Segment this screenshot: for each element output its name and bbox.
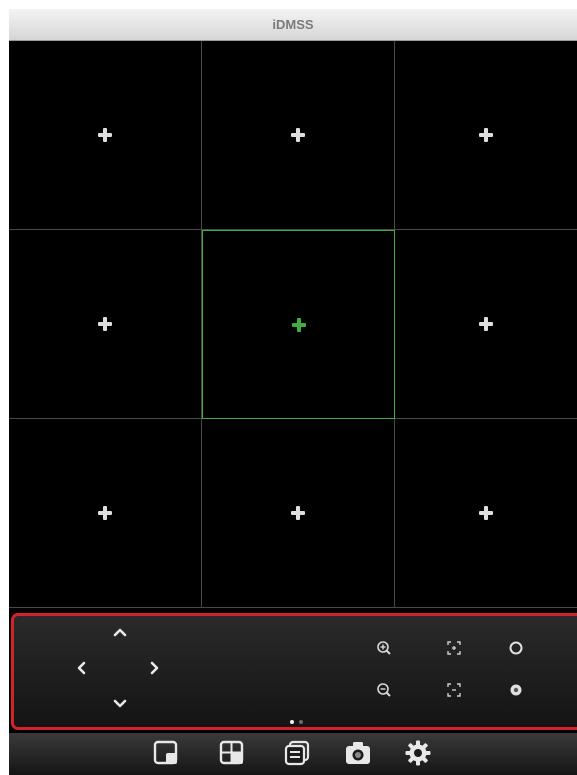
single-view-icon[interactable] <box>152 739 180 767</box>
add-device-icon[interactable] <box>478 505 494 521</box>
arrow-up-icon[interactable] <box>110 622 130 642</box>
page-dot <box>299 720 303 724</box>
add-device-icon[interactable] <box>97 316 113 332</box>
iris-close-icon[interactable] <box>506 680 526 700</box>
add-device-icon[interactable] <box>97 505 113 521</box>
add-device-icon[interactable] <box>291 317 307 333</box>
video-cell[interactable] <box>395 41 577 230</box>
device-list-icon[interactable] <box>283 739 311 767</box>
add-device-icon[interactable] <box>478 316 494 332</box>
add-device-icon[interactable] <box>478 127 494 143</box>
zoom-out-icon[interactable] <box>374 680 394 700</box>
page-indicator <box>290 720 310 726</box>
arrow-left-icon[interactable] <box>72 658 92 678</box>
video-cell[interactable] <box>202 230 395 419</box>
focus-far-icon[interactable] <box>444 680 464 700</box>
page-dot-active <box>290 720 294 724</box>
video-cell[interactable] <box>9 419 202 608</box>
video-cell[interactable] <box>202 419 395 608</box>
video-cell[interactable] <box>9 41 202 230</box>
focus-near-icon[interactable] <box>444 638 464 658</box>
add-device-icon[interactable] <box>97 127 113 143</box>
video-cell[interactable] <box>395 419 577 608</box>
zoom-in-icon[interactable] <box>374 638 394 658</box>
bottom-tab-bar <box>9 733 577 775</box>
iris-open-icon[interactable] <box>506 638 526 658</box>
settings-gear-icon[interactable] <box>404 739 432 767</box>
video-cell[interactable] <box>395 230 577 419</box>
arrow-right-icon[interactable] <box>144 658 164 678</box>
add-device-icon[interactable] <box>290 127 306 143</box>
video-grid <box>9 41 577 608</box>
app-window: iDMSS <box>9 9 577 775</box>
video-cell[interactable] <box>202 41 395 230</box>
video-cell[interactable] <box>9 230 202 419</box>
arrow-down-icon[interactable] <box>110 694 130 714</box>
title-bar: iDMSS <box>9 9 577 41</box>
snapshot-camera-icon[interactable] <box>344 739 372 767</box>
ptz-control-panel <box>11 613 577 730</box>
app-title: iDMSS <box>272 17 314 32</box>
add-device-icon[interactable] <box>290 505 306 521</box>
multi-view-icon[interactable] <box>218 739 246 767</box>
